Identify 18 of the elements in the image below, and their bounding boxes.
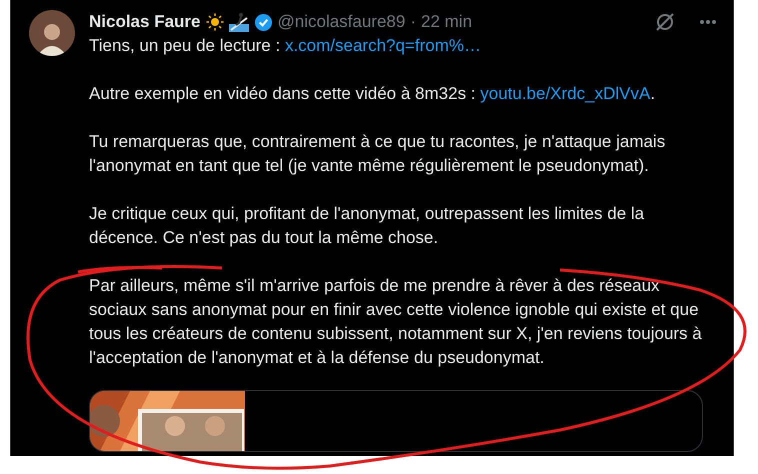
more-icon[interactable]	[699, 19, 717, 25]
post-time[interactable]: 22 min	[421, 12, 472, 32]
verified-badge-icon	[254, 12, 272, 32]
post-paragraph: Je critique ceux qui, profitant de l'anonymat, outrepassent les limites de la décence. Ce n'est pas du tout la même chose.	[89, 203, 646, 249]
separator: ·	[410, 12, 416, 32]
slashed-circle-icon[interactable]	[654, 11, 676, 33]
post-paragraph: Tu remarqueras que, contrairement à ce que tu racontes, je n'attaque jamais l'anonymat en tant que tel (je vante même régulièrement le pseudonymat).	[89, 131, 666, 177]
post-paragraph: Tiens, un peu de lecture : x.com/search?q=from%…	[89, 35, 482, 57]
avatar[interactable]	[29, 10, 75, 56]
sun-icon	[206, 13, 224, 31]
link[interactable]: x.com/search?q=from%…	[284, 36, 481, 55]
author-handle[interactable]: @nicolasfaure89	[278, 12, 406, 32]
surfer-icon	[228, 12, 248, 32]
post-paragraph: Autre exemple en vidéo dans cette vidéo à 8m32s : youtu.be/Xrdc_xDlVvA.	[89, 83, 656, 105]
post-paragraph: Par ailleurs, même s'il m'arrive parfois de me prendre à rêver à des réseaux sociaux sans anonymat pour en finir avec cette violence ignoble qui existe et que tous les créateurs de contenu subissent, notamment sur X, j'en reviens toujours à l'acceptation de l'anonymat et à la défense du pseudonymat.	[89, 275, 703, 369]
link[interactable]: youtu.be/Xrdc_xDlVvA	[480, 84, 650, 103]
link-card[interactable]	[89, 390, 703, 452]
author-name[interactable]: Nicolas Faure	[89, 12, 200, 32]
